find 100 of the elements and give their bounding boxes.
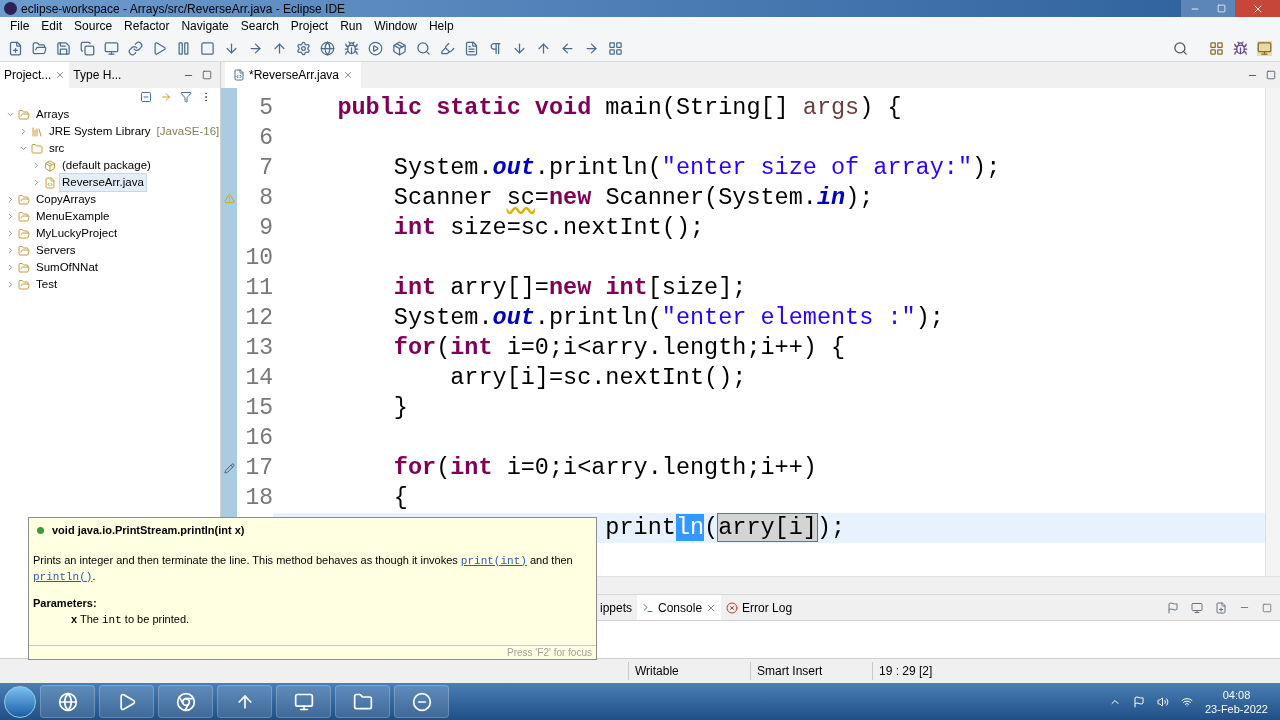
line-number: 16	[245, 423, 273, 453]
stop-icon[interactable]	[200, 40, 215, 56]
line-number: 17	[245, 453, 273, 483]
taskbar-button[interactable]	[40, 685, 95, 718]
taskbar-button[interactable]	[158, 685, 213, 718]
code-line: int size=sc.nextInt();	[392, 213, 705, 244]
monitor-icon[interactable]	[104, 40, 119, 56]
close-icon[interactable]	[706, 602, 717, 613]
clock-time: 04:08	[1222, 687, 1251, 702]
browser-icon	[175, 691, 196, 712]
document-icon[interactable]	[464, 40, 479, 56]
flag-icon[interactable]	[1133, 695, 1145, 708]
maximize-icon[interactable]	[1266, 70, 1276, 80]
step-over-icon[interactable]	[248, 40, 263, 56]
method-description: Prints an integer and then terminate the line. This method behaves as though it invokes print(int) and then println().	[32, 552, 574, 585]
circle-icon	[411, 691, 432, 712]
code-line: for(int i=0;i<arry.length;i++)	[392, 453, 817, 484]
step-into-icon[interactable]	[224, 40, 239, 56]
previous-annotation-icon[interactable]	[536, 40, 551, 56]
menu-item[interactable]: Run	[334, 17, 369, 35]
search-icon[interactable]	[1173, 40, 1188, 56]
code-line: public static void main(String[] args) {	[336, 93, 902, 124]
save-all-icon[interactable]	[80, 40, 95, 56]
gear-icon[interactable]	[296, 40, 311, 56]
taskbar-button[interactable]	[276, 685, 331, 718]
run-icon[interactable]	[368, 40, 383, 56]
taskbar-button[interactable]	[217, 685, 272, 718]
start-orb-icon[interactable]	[4, 685, 36, 718]
line-number: 12	[245, 303, 273, 333]
line-number: 13	[245, 333, 273, 363]
folder-icon[interactable]	[32, 40, 47, 56]
parameters-heading: Parameters:	[32, 595, 98, 611]
package-icon[interactable]	[392, 40, 407, 56]
view-tab[interactable]: Error Log	[721, 595, 798, 620]
view-tab[interactable]: Console	[637, 595, 722, 620]
filter-icon[interactable]	[180, 90, 192, 103]
pin-icon[interactable]	[1167, 601, 1179, 614]
menu-item[interactable]: Help	[422, 17, 460, 35]
save-icon[interactable]	[56, 40, 71, 56]
line-number: 18	[245, 483, 273, 513]
new-console-icon[interactable]	[1215, 601, 1227, 614]
bug-icon[interactable]	[1233, 40, 1248, 56]
pilcrow-icon[interactable]	[488, 40, 503, 56]
resume-icon[interactable]	[152, 40, 167, 56]
menu-item[interactable]: Refactor	[118, 17, 176, 35]
focus-hint: Press 'F2' for focus	[507, 646, 592, 660]
taskbar-button[interactable]	[394, 685, 449, 718]
globe-icon[interactable]	[320, 40, 335, 56]
bug-icon[interactable]	[344, 40, 359, 56]
maximize-icon[interactable]	[202, 70, 212, 80]
link-icon[interactable]	[128, 40, 143, 56]
doc-link[interactable]: println()	[33, 570, 93, 583]
method-signature: void java.io.PrintStream.println(int x)	[52, 523, 245, 538]
parameter-description: x The int to be printed.	[70, 612, 191, 628]
taskbar-button[interactable]	[335, 685, 390, 718]
signal-icon[interactable]	[1181, 695, 1193, 708]
tree-item[interactable]: ReverseArr.java	[59, 172, 147, 193]
monitor-icon[interactable]	[1191, 601, 1203, 614]
speaker-icon[interactable]	[1157, 695, 1169, 708]
menu-item[interactable]: Source	[68, 17, 119, 35]
line-number: 8	[259, 183, 273, 213]
menu-item[interactable]: Window	[368, 17, 423, 35]
java-file-icon	[233, 69, 245, 81]
menu-item[interactable]: Project	[284, 17, 335, 35]
menu-item[interactable]: File	[4, 17, 36, 35]
monitor-icon[interactable]	[1257, 40, 1272, 56]
line-number: 14	[245, 363, 273, 393]
editor-tab[interactable]: *ReverseArr.java	[225, 62, 362, 88]
back-icon[interactable]	[560, 40, 575, 56]
line-number: 11	[245, 273, 273, 303]
line-number: 7	[259, 153, 273, 183]
project-icon	[18, 108, 30, 121]
view-tab[interactable]: ippets	[595, 595, 638, 620]
error-icon	[726, 601, 739, 614]
close-icon[interactable]	[55, 70, 66, 80]
menu-item[interactable]: Edit	[35, 17, 69, 35]
project-icon	[18, 210, 30, 223]
grid-icon[interactable]	[608, 40, 623, 56]
search-icon[interactable]	[416, 40, 431, 56]
code-line: System.out.println("enter elements :");	[392, 303, 944, 334]
pencil-icon	[223, 462, 235, 474]
view-tab[interactable]: Type H...	[69, 62, 126, 88]
perspective-icon[interactable]	[1209, 40, 1224, 56]
status-field: Smart Insert	[750, 662, 872, 680]
menu-item[interactable]: Search	[234, 17, 285, 35]
next-annotation-icon[interactable]	[512, 40, 527, 56]
doc-link[interactable]: print(int)	[460, 554, 527, 567]
window-title: eclipse-workspace - Arrays/src/ReverseArr.java - Eclipse IDE	[21, 0, 346, 18]
step-return-icon[interactable]	[272, 40, 287, 56]
pause-icon[interactable]	[176, 40, 191, 56]
menu-item[interactable]: Navigate	[175, 17, 235, 35]
eclipse-logo-icon	[4, 2, 17, 15]
code-line: Scanner sc=new Scanner(System.in);	[392, 183, 874, 214]
taskbar-button[interactable]	[99, 685, 154, 718]
highlighter-icon[interactable]	[440, 40, 455, 56]
close-icon[interactable]	[343, 70, 354, 80]
new-file-icon[interactable]	[8, 40, 23, 56]
forward-icon[interactable]	[584, 40, 599, 56]
view-tab[interactable]: Project...	[0, 62, 70, 88]
collapse-all-icon[interactable]	[140, 90, 152, 103]
